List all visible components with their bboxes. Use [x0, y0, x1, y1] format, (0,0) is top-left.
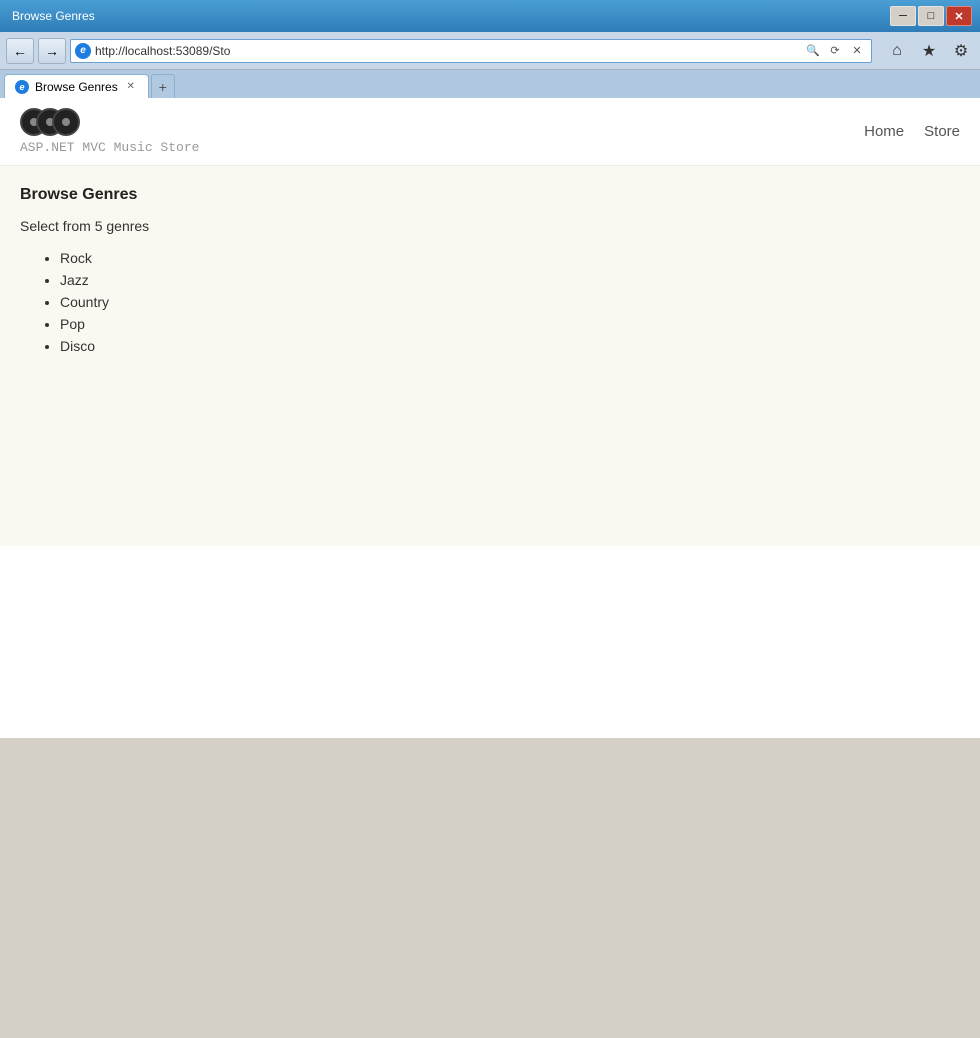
- active-tab[interactable]: e Browse Genres ✕: [4, 74, 149, 98]
- window-controls: ─ □ ✕: [890, 6, 972, 26]
- tab-bar: e Browse Genres ✕ +: [0, 70, 980, 98]
- list-item[interactable]: Disco: [60, 338, 960, 354]
- minimize-button[interactable]: ─: [890, 6, 916, 26]
- title-bar: Browse Genres ─ □ ✕: [0, 0, 980, 32]
- new-tab-button[interactable]: +: [151, 74, 175, 98]
- genre-list: Rock Jazz Country Pop Disco: [20, 250, 960, 354]
- website: ASP.NET MVC Music Store Home Store Brows…: [0, 98, 980, 738]
- tab-ie-icon: e: [15, 80, 29, 94]
- disc-3: [52, 108, 80, 136]
- window-title: Browse Genres: [12, 9, 95, 23]
- site-header: ASP.NET MVC Music Store Home Store: [0, 98, 980, 166]
- site-nav: Home Store: [864, 123, 960, 140]
- address-buttons: 🔍 ⟳ ✕: [803, 41, 867, 61]
- ie-icon: e: [75, 43, 91, 59]
- browser-content: ASP.NET MVC Music Store Home Store Brows…: [0, 98, 980, 1038]
- search-icon[interactable]: 🔍: [803, 41, 823, 61]
- title-bar-left: Browse Genres: [8, 9, 95, 23]
- address-text[interactable]: http://localhost:53089/Sto: [95, 44, 799, 58]
- genre-subtitle: Select from 5 genres: [20, 218, 960, 234]
- forward-button[interactable]: →: [38, 38, 66, 64]
- list-item[interactable]: Country: [60, 294, 960, 310]
- main-content: Browse Genres Select from 5 genres Rock J…: [0, 166, 980, 546]
- footer-area: [0, 738, 980, 1038]
- page-heading: Browse Genres: [20, 186, 960, 204]
- site-title: ASP.NET MVC Music Store: [20, 140, 199, 155]
- tab-close-icon[interactable]: ✕: [124, 80, 138, 94]
- home-icon[interactable]: ⌂: [884, 38, 910, 64]
- list-item[interactable]: Jazz: [60, 272, 960, 288]
- toolbar-right: ⌂ ★ ⚙: [876, 38, 974, 64]
- list-item[interactable]: Rock: [60, 250, 960, 266]
- logo-wrap: ASP.NET MVC Music Store: [20, 108, 199, 155]
- tab-label: Browse Genres: [35, 80, 118, 94]
- close-button[interactable]: ✕: [946, 6, 972, 26]
- refresh-icon[interactable]: ⟳: [825, 41, 845, 61]
- nav-store[interactable]: Store: [924, 123, 960, 140]
- maximize-button[interactable]: □: [918, 6, 944, 26]
- favorites-icon[interactable]: ★: [916, 38, 942, 64]
- browser-window: Browse Genres ─ □ ✕ ← → e http://localho…: [0, 0, 980, 1038]
- back-button[interactable]: ←: [6, 38, 34, 64]
- list-item[interactable]: Pop: [60, 316, 960, 332]
- logo-discs: [20, 108, 199, 136]
- nav-home[interactable]: Home: [864, 123, 904, 140]
- address-input-wrap: e http://localhost:53089/Sto 🔍 ⟳ ✕: [70, 39, 872, 63]
- stop-icon[interactable]: ✕: [847, 41, 867, 61]
- address-bar: ← → e http://localhost:53089/Sto 🔍 ⟳ ✕ ⌂…: [0, 32, 980, 70]
- settings-icon[interactable]: ⚙: [948, 38, 974, 64]
